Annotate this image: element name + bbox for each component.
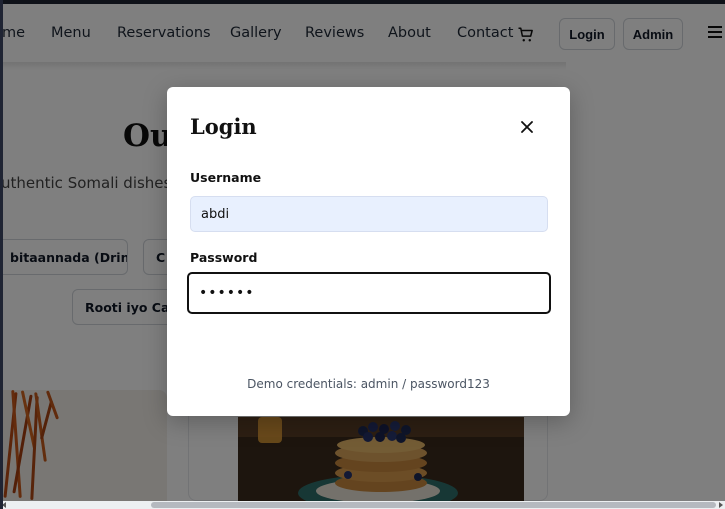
password-input[interactable] — [187, 272, 551, 314]
username-label: Username — [190, 170, 262, 185]
dialog-title: Login — [190, 114, 257, 139]
password-label: Password — [190, 250, 258, 265]
username-input[interactable] — [190, 196, 548, 232]
login-dialog: Login Username Password Demo credentials… — [167, 87, 570, 416]
demo-credentials-text: Demo credentials: admin / password123 — [247, 377, 490, 391]
window-edge — [0, 0, 3, 509]
scroll-right-icon[interactable] — [719, 502, 723, 508]
scrollbar-thumb[interactable] — [151, 502, 716, 508]
close-icon[interactable] — [521, 121, 533, 133]
